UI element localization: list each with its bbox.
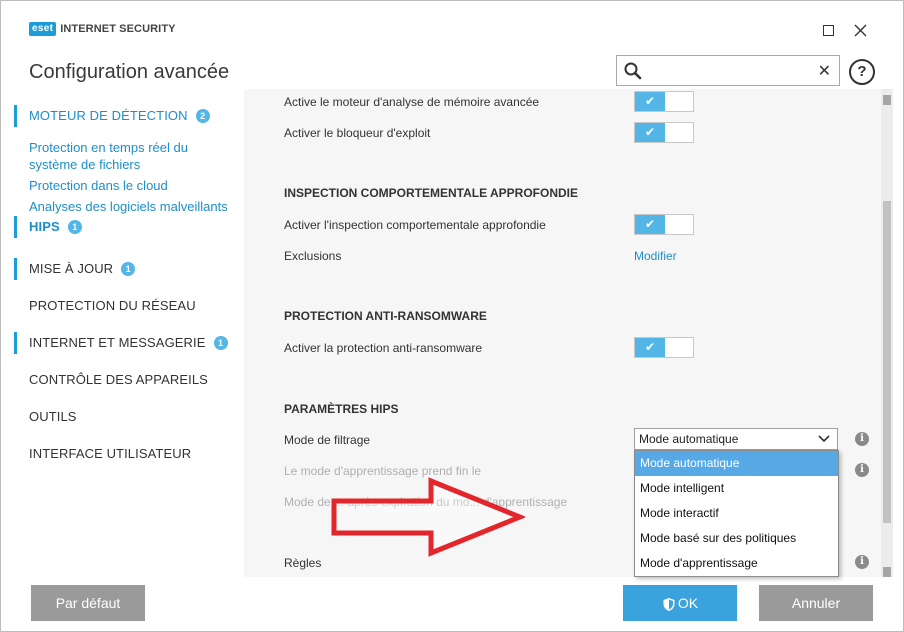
ransomware-label: Activer la protection anti-ransomware bbox=[284, 341, 483, 355]
learning-end-label: Le mode d'apprentissage prend fin le bbox=[284, 464, 482, 478]
notification-badge: 1 bbox=[121, 261, 136, 276]
check-icon: ✔ bbox=[635, 215, 665, 234]
title-bar: eset INTERNET SECURITY bbox=[1, 1, 903, 51]
maximize-icon bbox=[822, 24, 834, 36]
exploit-blocker-toggle[interactable]: ✔ bbox=[634, 122, 694, 143]
deep-inspection-label: Activer l'inspection comportementale app… bbox=[284, 218, 546, 232]
search-box[interactable]: ✕ bbox=[616, 55, 840, 86]
sidebar-item-malware-scans[interactable]: Analyses des logiciels malveillants bbox=[29, 198, 228, 215]
default-button[interactable]: Par défaut bbox=[31, 585, 145, 621]
notification-badge: 1 bbox=[213, 335, 228, 350]
filter-mode-dropdown-list: Mode automatique Mode intelligent Mode i… bbox=[634, 450, 839, 577]
sidebar-item-label: INTERFACE UTILISATEUR bbox=[29, 446, 192, 461]
sidebar-item-web-and-email[interactable]: INTERNET ET MESSAGERIE 1 bbox=[29, 335, 228, 350]
nav-accent-bar bbox=[14, 105, 17, 127]
cancel-button[interactable]: Annuler bbox=[759, 585, 873, 621]
vertical-scrollbar[interactable] bbox=[881, 89, 893, 577]
info-icon[interactable]: i bbox=[855, 432, 869, 446]
chevron-down-icon bbox=[818, 435, 830, 443]
check-icon: ✔ bbox=[635, 338, 665, 357]
sidebar-item-label: MOTEUR DE DÉTECTION bbox=[29, 108, 188, 123]
scroll-up-arrow[interactable] bbox=[883, 95, 891, 105]
sidebar-item-cloud-protection[interactable]: Protection dans le cloud bbox=[29, 177, 168, 194]
brand-mark: eset bbox=[29, 22, 57, 36]
shield-icon bbox=[663, 597, 675, 611]
ok-button-label: OK bbox=[677, 595, 699, 611]
ransomware-toggle[interactable]: ✔ bbox=[634, 337, 694, 358]
sidebar-item-update[interactable]: MISE À JOUR 1 bbox=[29, 261, 136, 276]
dropdown-option-learning[interactable]: Mode d'apprentissage bbox=[635, 551, 838, 576]
exclusions-label: Exclusions bbox=[284, 249, 342, 263]
section-title-deep-inspection: INSPECTION COMPORTEMENTALE APPROFONDIE bbox=[284, 186, 579, 200]
filter-mode-select[interactable]: Mode automatique bbox=[634, 428, 838, 450]
product-name: INTERNET SECURITY bbox=[60, 23, 176, 35]
sidebar-item-label: OUTILS bbox=[29, 409, 77, 424]
section-title-hips-settings: PARAMÈTRES HIPS bbox=[284, 402, 399, 416]
dropdown-option-smart[interactable]: Mode intelligent bbox=[635, 476, 838, 501]
close-button[interactable] bbox=[845, 15, 875, 45]
filter-mode-value: Mode automatique bbox=[639, 432, 739, 446]
sidebar: MOTEUR DE DÉTECTION 2 Protection en temp… bbox=[1, 97, 244, 577]
sidebar-item-user-interface[interactable]: INTERFACE UTILISATEUR bbox=[29, 446, 191, 461]
section-title-ransomware: PROTECTION ANTI-RANSOMWARE bbox=[284, 309, 487, 323]
maximize-button[interactable] bbox=[813, 15, 843, 45]
info-icon[interactable]: i bbox=[855, 463, 869, 477]
rules-label: Règles bbox=[284, 556, 322, 570]
sidebar-item-label: PROTECTION DU RÉSEAU bbox=[29, 298, 196, 313]
scroll-down-arrow[interactable] bbox=[883, 567, 891, 577]
sidebar-item-tools[interactable]: OUTILS bbox=[29, 409, 77, 424]
nav-accent-bar bbox=[14, 216, 17, 238]
search-icon bbox=[624, 62, 642, 80]
check-icon: ✔ bbox=[635, 92, 665, 111]
dropdown-option-interactive[interactable]: Mode interactif bbox=[635, 501, 838, 526]
sidebar-item-label: MISE À JOUR bbox=[29, 261, 114, 276]
sidebar-item-label: INTERNET ET MESSAGERIE bbox=[29, 335, 206, 350]
nav-accent-bar bbox=[14, 258, 17, 280]
sidebar-item-hips[interactable]: HIPS 1 bbox=[29, 219, 82, 234]
deep-inspection-toggle[interactable]: ✔ bbox=[634, 214, 694, 235]
ok-button[interactable]: OK bbox=[623, 585, 737, 621]
exclusions-edit-link[interactable]: Modifier bbox=[634, 249, 677, 263]
sidebar-item-device-control[interactable]: CONTRÔLE DES APPAREILS bbox=[29, 372, 208, 387]
search-input[interactable] bbox=[647, 60, 815, 82]
exploit-blocker-label: Activer le bloqueur d'exploit bbox=[284, 126, 431, 140]
memory-scanner-label: Active le moteur d'analyse de mémoire av… bbox=[284, 95, 540, 109]
sidebar-item-network-protection[interactable]: PROTECTION DU RÉSEAU bbox=[29, 298, 196, 313]
info-icon[interactable]: i bbox=[855, 555, 869, 569]
memory-scanner-toggle[interactable]: ✔ bbox=[634, 91, 694, 112]
scrollbar-thumb[interactable] bbox=[883, 201, 891, 523]
sidebar-item-realtime-protection[interactable]: Protection en temps réel du système de f… bbox=[29, 139, 219, 173]
notification-badge: 2 bbox=[195, 108, 210, 123]
check-icon: ✔ bbox=[635, 123, 665, 142]
clear-search-icon[interactable]: ✕ bbox=[818, 61, 831, 81]
eset-logo: eset INTERNET SECURITY bbox=[29, 22, 176, 36]
notification-badge: 1 bbox=[67, 219, 82, 234]
dropdown-option-policy-based[interactable]: Mode basé sur des politiques bbox=[635, 526, 838, 551]
advanced-setup-window: eset INTERNET SECURITY Configuration ava… bbox=[0, 0, 904, 632]
dropdown-option-automatic[interactable]: Mode automatique bbox=[635, 451, 838, 476]
filter-mode-label: Mode de filtrage bbox=[284, 433, 371, 447]
help-icon[interactable]: ? bbox=[849, 59, 875, 85]
sidebar-item-detection-engine[interactable]: MOTEUR DE DÉTECTION 2 bbox=[29, 108, 210, 123]
page-title: Configuration avancée bbox=[29, 61, 230, 83]
sidebar-item-label: CONTRÔLE DES APPAREILS bbox=[29, 372, 208, 387]
sidebar-item-label: HIPS bbox=[29, 219, 60, 234]
close-icon bbox=[854, 24, 866, 36]
red-arrow-annotation bbox=[331, 477, 525, 557]
nav-accent-bar bbox=[14, 332, 17, 354]
